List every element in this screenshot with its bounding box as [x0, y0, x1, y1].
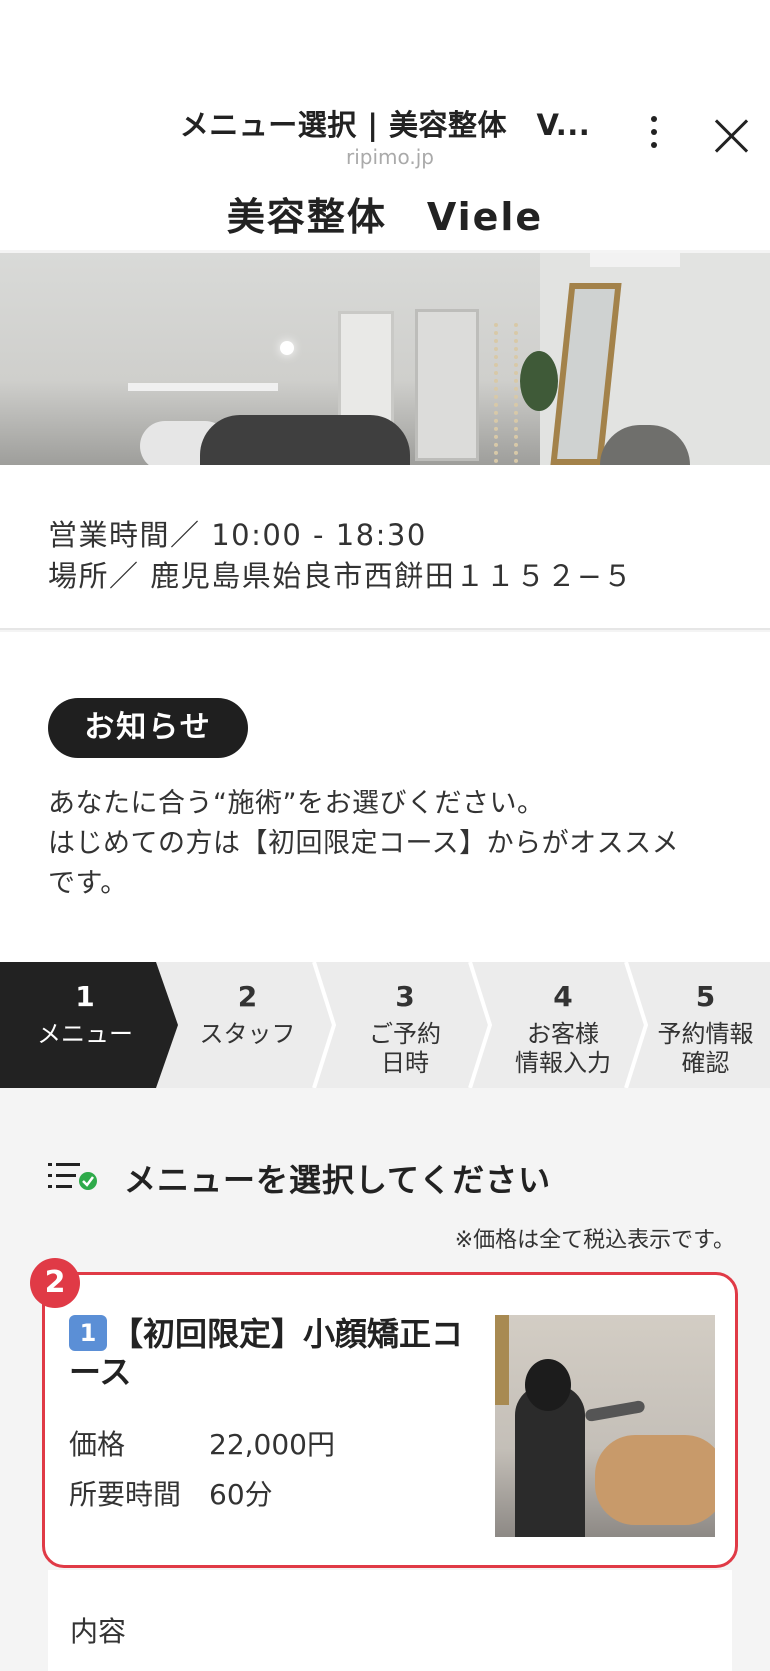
step-separator-icon — [468, 962, 493, 1088]
step-confirm: 5 予約情報 確認 — [657, 980, 754, 1077]
step-datetime: 3 ご予約 日時 — [369, 980, 441, 1077]
close-icon[interactable] — [712, 116, 752, 156]
duration-row: 所要時間 60分 — [69, 1473, 273, 1513]
more-options-icon[interactable] — [640, 116, 668, 156]
menu-item-card[interactable]: 1 【初回限定】小顔矯正コース 価格 22,000円 所要時間 60分 — [42, 1272, 738, 1568]
duration-value: 60分 — [209, 1478, 273, 1511]
step-separator-icon — [624, 962, 649, 1088]
step-menu: 1 メニュー — [0, 962, 178, 1088]
page-title: メニュー選択 | 美容整体 V... — [179, 108, 591, 142]
price-row: 価格 22,000円 — [69, 1423, 335, 1463]
shop-name: 美容整体 Viele — [226, 195, 544, 239]
notice-line: あなたに合う“施術”をお選びください。 — [48, 788, 545, 819]
tax-note: ※価格は全て税込表示です。 — [454, 1228, 735, 1253]
menu-item-details: 内容 — [48, 1570, 732, 1671]
browser-header: メニュー選択 | 美容整体 V... ripimo.jp 美容整体 Viele — [0, 0, 770, 250]
number-one-icon: 1 — [69, 1315, 107, 1351]
step-staff: 2 スタッフ — [199, 980, 296, 1048]
menu-item-photo — [495, 1315, 715, 1537]
business-hours: 営業時間／ 10:00 - 18:30 — [48, 518, 427, 552]
list-check-icon — [48, 1163, 97, 1190]
shop-info: 営業時間／ 10:00 - 18:30 場所／ 鹿児島県始良市西餅田１１５２−５ — [0, 465, 770, 630]
duration-label: 所要時間 — [69, 1478, 182, 1511]
content-label: 内容 — [70, 1615, 127, 1648]
page-url: ripimo.jp — [345, 145, 434, 169]
step-customer-info: 4 お客様 情報入力 — [515, 980, 611, 1077]
shop-location: 場所／ 鹿児島県始良市西餅田１１５２−５ — [48, 559, 634, 593]
menu-item-title: 1 【初回限定】小顔矯正コース — [69, 1315, 464, 1391]
price-label: 価格 — [69, 1428, 126, 1461]
notice-badge: お知らせ — [48, 698, 248, 758]
notice-line: です。 — [48, 868, 128, 899]
notice-line: はじめての方は【初回限定コース】からがオススメ — [48, 828, 680, 859]
price-value: 22,000円 — [209, 1428, 335, 1461]
booking-steps: 1 メニュー 2 スタッフ 3 ご予約 日時 4 お客様 情報入力 5 予約情報… — [0, 962, 770, 1088]
annotation-badge: 2 — [30, 1258, 80, 1308]
notice-section: お知らせ あなたに合う“施術”をお選びください。 はじめての方は【初回限定コース… — [0, 632, 770, 962]
salon-photo — [0, 253, 770, 465]
menu-heading-text: メニューを選択してください — [124, 1161, 552, 1199]
step-separator-icon — [312, 962, 337, 1088]
